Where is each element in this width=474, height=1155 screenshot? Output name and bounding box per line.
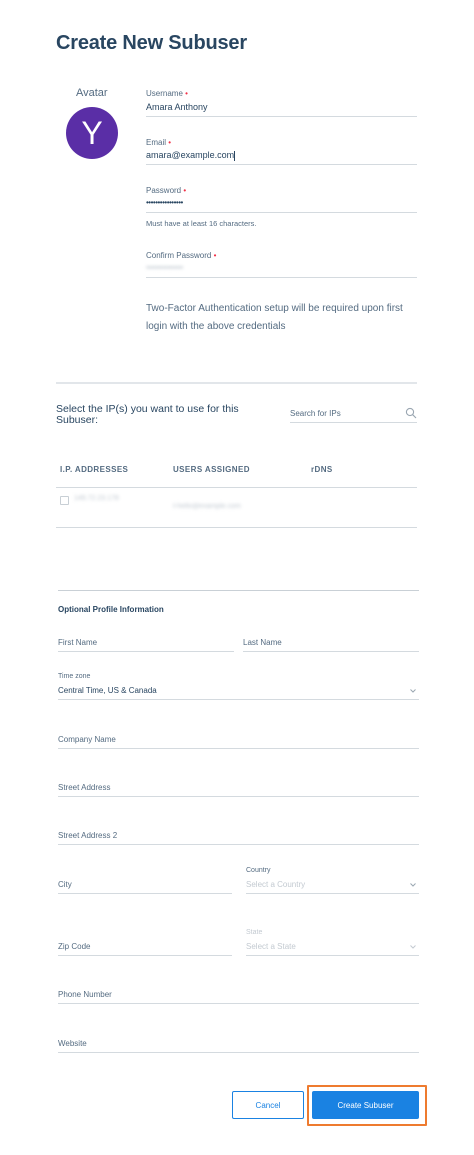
timezone-label: Time zone	[58, 673, 91, 680]
city-underline	[58, 893, 232, 894]
country-underline	[246, 893, 419, 894]
state-select[interactable]: Select a State	[246, 942, 296, 951]
ip-row-address: 149.72.23.178	[74, 495, 119, 502]
email-input[interactable]: amara@example.com	[146, 150, 236, 161]
table-header-divider	[56, 487, 417, 488]
chevron-down-icon[interactable]	[409, 688, 417, 694]
first-name-underline	[58, 651, 234, 652]
company-name-underline	[58, 748, 419, 749]
email-underline	[146, 164, 417, 165]
phone-number-input[interactable]: Phone Number	[58, 990, 112, 999]
section-divider	[56, 382, 417, 384]
phone-number-underline	[58, 1003, 419, 1004]
street-address-2-underline	[58, 844, 419, 845]
state-underline	[246, 955, 419, 956]
column-header-users: USERS ASSIGNED	[173, 465, 250, 474]
website-input[interactable]: Website	[58, 1039, 87, 1048]
username-label: Username •	[146, 89, 188, 98]
chevron-down-icon[interactable]	[409, 882, 417, 888]
required-mark: •	[185, 89, 188, 98]
country-select[interactable]: Select a Country	[246, 880, 305, 889]
username-input[interactable]: Amara Anthony	[146, 102, 208, 112]
cancel-button[interactable]: Cancel	[232, 1091, 304, 1119]
password-underline	[146, 212, 417, 213]
ip-row-checkbox[interactable]	[60, 496, 69, 505]
street-address-input[interactable]: Street Address	[58, 783, 110, 792]
text-cursor	[234, 150, 236, 161]
create-subuser-button[interactable]: Create Subuser	[312, 1091, 419, 1119]
last-name-underline	[243, 651, 419, 652]
profile-section-title: Optional Profile Information	[58, 605, 164, 614]
last-name-input[interactable]: Last Name	[243, 638, 282, 647]
search-icon[interactable]	[405, 407, 417, 419]
ip-search-underline	[290, 422, 417, 423]
website-underline	[58, 1052, 419, 1053]
avatar-label: Avatar	[76, 87, 108, 99]
zip-code-input[interactable]: Zip Code	[58, 942, 90, 951]
two-factor-notice: Two-Factor Authentication setup will be …	[146, 303, 403, 332]
required-mark: •	[183, 186, 187, 195]
password-hint: Must have at least 16 characters.	[146, 219, 257, 228]
required-mark: •	[213, 251, 217, 260]
table-row-divider	[56, 527, 417, 528]
email-label: Email •	[146, 138, 172, 147]
username-underline	[146, 116, 417, 117]
profile-divider	[58, 590, 419, 591]
confirm-password-input[interactable]: ••••••••••••••••	[146, 263, 183, 272]
street-address-2-input[interactable]: Street Address 2	[58, 831, 117, 840]
company-name-input[interactable]: Company Name	[58, 735, 116, 744]
required-mark: •	[168, 138, 172, 147]
timezone-select[interactable]: Central Time, US & Canada	[58, 686, 157, 695]
password-input[interactable]: ••••••••••••••••	[146, 198, 183, 207]
ip-search-input[interactable]: Search for IPs	[290, 409, 341, 418]
timezone-underline	[58, 699, 419, 700]
ip-row-users: t-hello@example.com	[173, 503, 241, 510]
avatar[interactable]: Y	[66, 107, 118, 159]
chevron-down-icon[interactable]	[409, 944, 417, 950]
zip-code-underline	[58, 955, 232, 956]
country-label: Country	[246, 867, 271, 874]
password-label: Password •	[146, 186, 187, 195]
column-header-ip: I.P. ADDRESSES	[60, 465, 129, 474]
ip-select-prompt: Select the IP(s) you want to use for thi…	[56, 403, 239, 426]
confirm-password-underline	[146, 277, 417, 278]
city-input[interactable]: City	[58, 880, 72, 889]
column-header-rdns: rDNS	[311, 465, 333, 474]
page-title: Create New Subuser	[56, 32, 247, 54]
confirm-password-label: Confirm Password •	[146, 251, 217, 260]
state-label: State	[246, 929, 263, 936]
first-name-input[interactable]: First Name	[58, 638, 97, 647]
avatar-initial: Y	[81, 114, 103, 151]
street-address-underline	[58, 796, 419, 797]
